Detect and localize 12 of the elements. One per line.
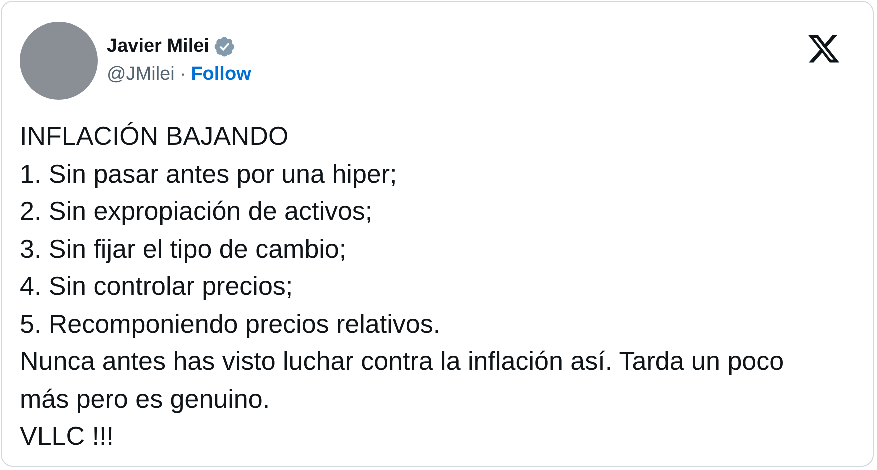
- author-name[interactable]: Javier Milei: [107, 36, 210, 58]
- tweet-text: INFLACIÓN BAJANDO: [20, 120, 290, 153]
- tweet-text: Nunca antes has visto luchar contra la inflación así. Tarda un poco más pero es genuino.: [20, 345, 786, 416]
- tweet-text: 5. Recomponiendo precios relativos.: [20, 308, 442, 340]
- separator-dot: ·: [180, 64, 186, 86]
- tweet-text: 4. Sin controlar precios;: [20, 270, 294, 303]
- author-handle[interactable]: @JMilei: [107, 64, 175, 86]
- tweet-text: 3. Sin fijar el tipo de cambio;: [20, 232, 348, 266]
- tweet-text: 2. Sin expropiación de activos;: [20, 195, 374, 228]
- follow-link[interactable]: Follow: [191, 64, 252, 86]
- tweet-text: 1. Sin pasar antes por una hiper;: [20, 158, 398, 190]
- tweet-text: VLLC !!!: [20, 420, 115, 453]
